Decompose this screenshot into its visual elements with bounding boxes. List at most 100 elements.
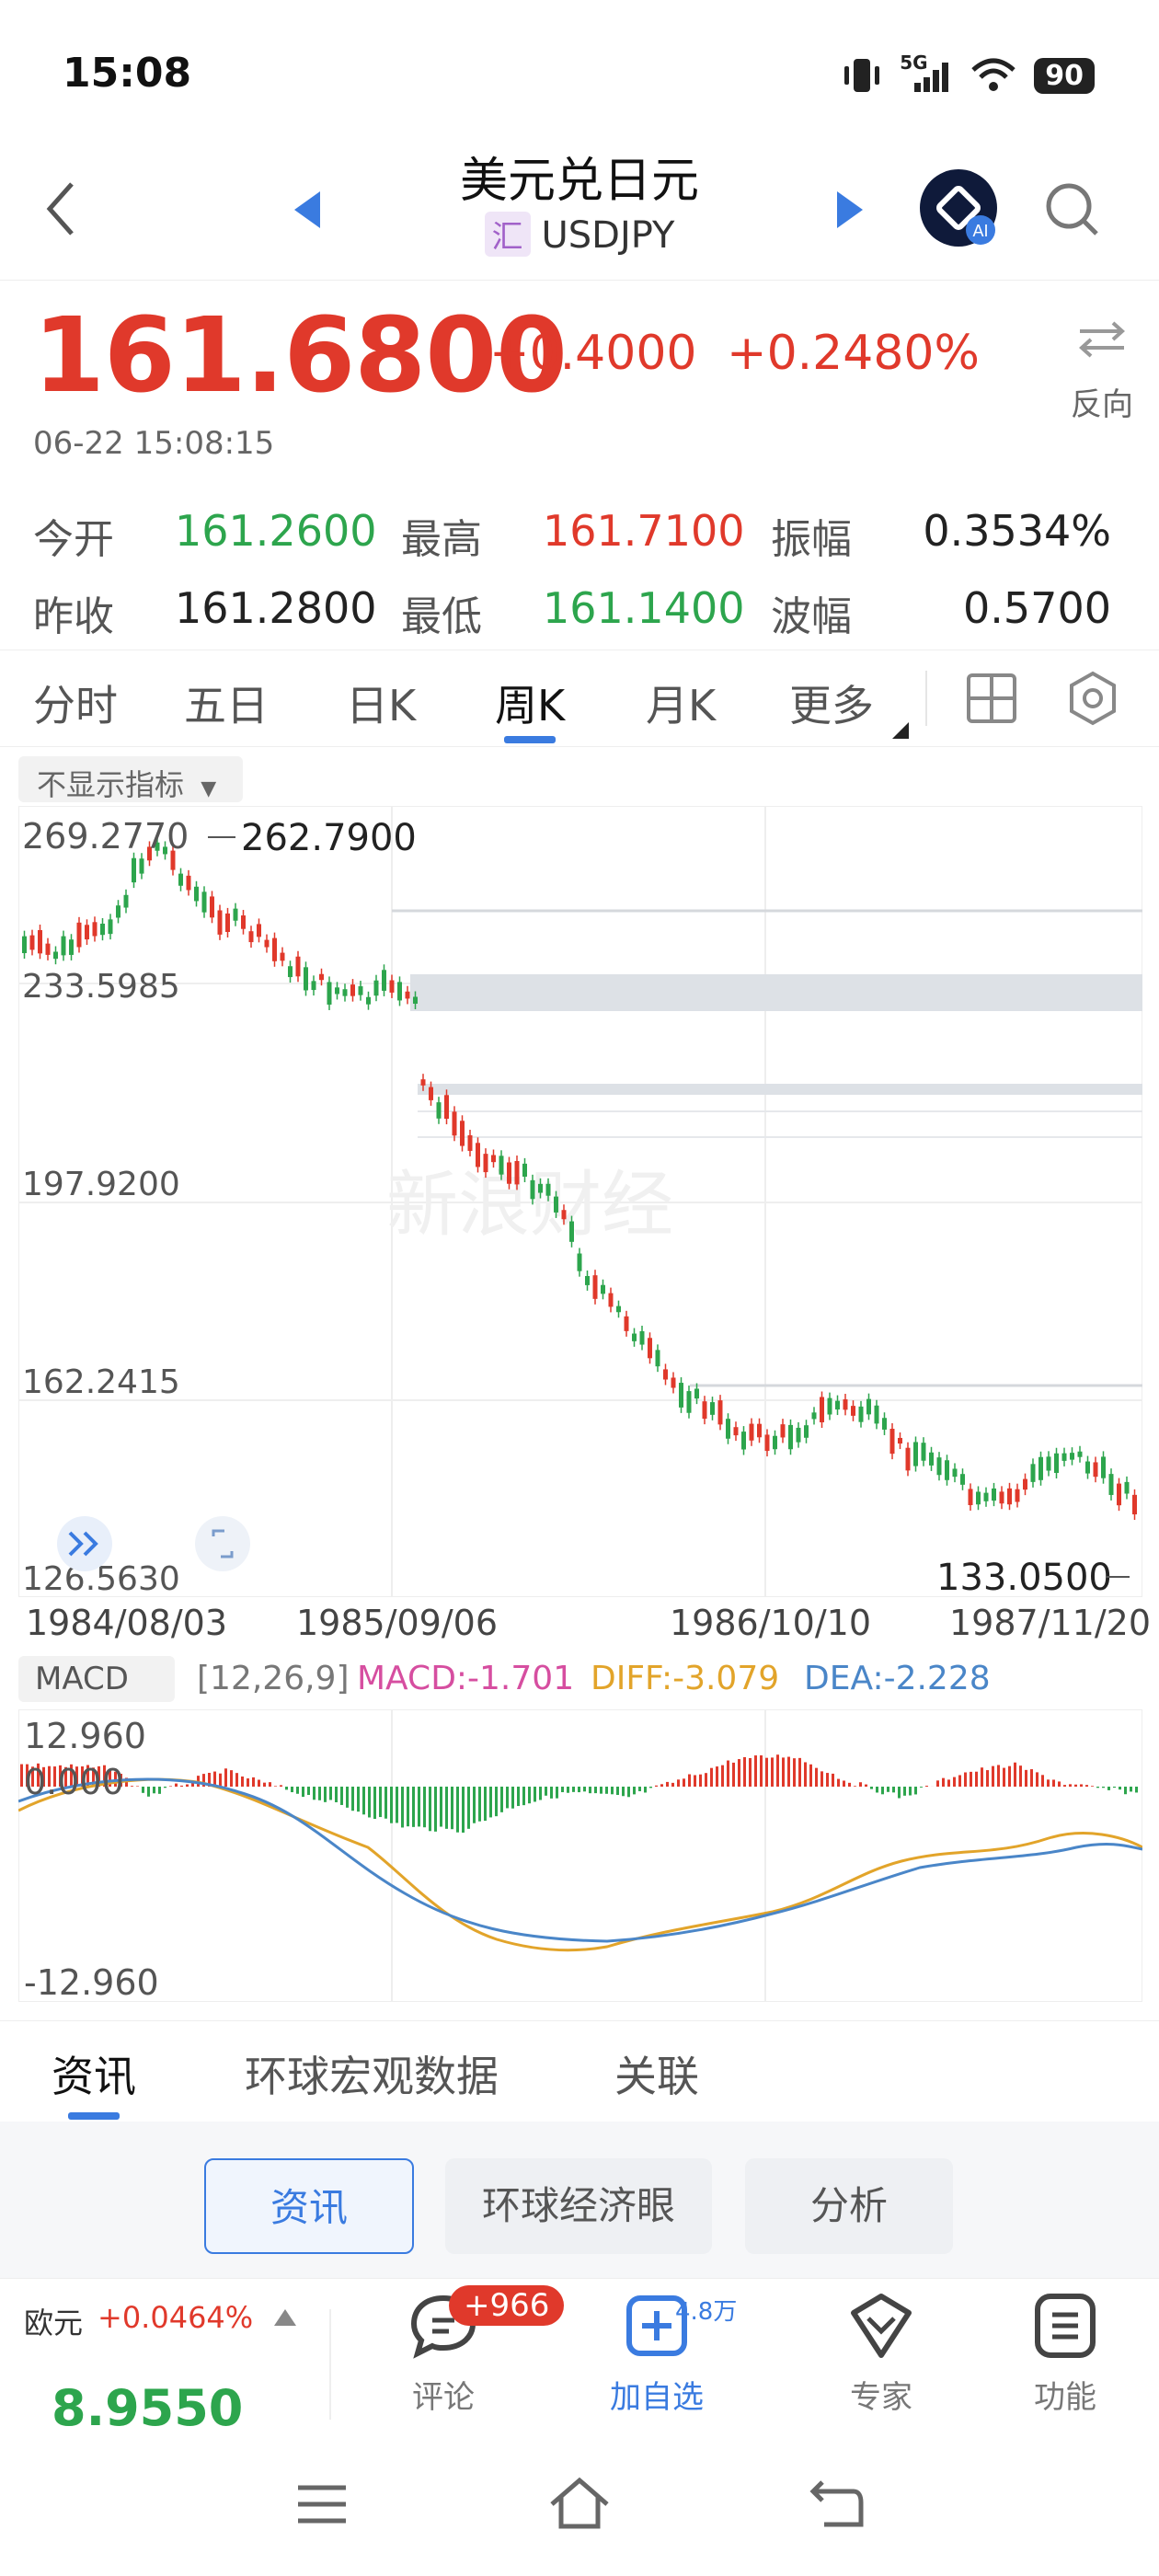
subtab-analysis[interactable]: 分析	[745, 2158, 953, 2254]
macd-bar	[407, 1787, 409, 1827]
macd-bar	[418, 1787, 420, 1827]
layout-grid-icon[interactable]	[966, 673, 1017, 724]
macd-bar	[357, 1787, 360, 1812]
macd-bar	[285, 1787, 288, 1790]
price-change-percent: +0.2480%	[727, 326, 980, 381]
macd-bar	[958, 1775, 961, 1787]
macd-bar	[892, 1787, 895, 1793]
forex-badge: 汇	[484, 212, 531, 257]
macd-bar	[473, 1787, 476, 1823]
macd-bar	[373, 1787, 376, 1820]
macd-bar	[556, 1787, 558, 1799]
macd-bar	[1063, 1785, 1066, 1787]
search-icon[interactable]	[1043, 180, 1102, 239]
macd-chart[interactable]: 12.960 0.000 -12.960	[18, 1709, 1142, 2002]
tab-news[interactable]: 资讯	[52, 2043, 136, 2104]
ticker-expand-icon[interactable]	[274, 2309, 296, 2326]
subtab-economy-eye[interactable]: 环球经济眼	[445, 2158, 712, 2254]
quote-timestamp: 06-22 15:08:15	[33, 425, 275, 462]
tab-five-day[interactable]: 五日	[184, 673, 269, 733]
macd-bar	[936, 1780, 939, 1787]
vibrate-icon	[844, 59, 880, 92]
macd-bar	[324, 1787, 327, 1802]
macd-bar	[1074, 1784, 1077, 1787]
macd-bar	[865, 1784, 867, 1787]
tab-intraday[interactable]: 分时	[33, 673, 118, 733]
macd-bar	[627, 1787, 630, 1798]
macd-bar	[683, 1778, 685, 1787]
tab-global-macro[interactable]: 环球宏观数据	[245, 2043, 499, 2104]
macd-bar	[351, 1787, 354, 1811]
macd-bar	[434, 1787, 437, 1832]
ai-assistant-icon[interactable]: AI	[918, 167, 999, 248]
macd-bar	[1019, 1765, 1022, 1787]
macd-bar	[153, 1787, 155, 1794]
indicator-toggle[interactable]: 不显示指标 ▼	[18, 756, 243, 802]
macd-bar	[622, 1787, 625, 1797]
macd-bar	[329, 1787, 332, 1800]
macd-bar	[467, 1787, 470, 1829]
functions-button[interactable]: 功能	[992, 2291, 1139, 2417]
macd-bar	[738, 1759, 740, 1787]
fullscreen-icon[interactable]	[195, 1516, 250, 1571]
diff-value: DIFF:-3.079	[591, 1660, 780, 1697]
tab-related[interactable]: 关联	[614, 2043, 699, 2104]
macd-bar	[898, 1787, 901, 1799]
stat-low-value: 161.1400	[543, 583, 745, 633]
tab-weekly-k[interactable]: 周K	[495, 673, 565, 733]
macd-bar	[169, 1786, 172, 1787]
reverse-icon[interactable]	[1076, 320, 1128, 359]
macd-bar	[318, 1787, 321, 1800]
next-symbol-icon[interactable]	[833, 190, 866, 230]
macd-bar	[870, 1787, 873, 1789]
macd-bar	[274, 1786, 277, 1787]
macd-bar	[732, 1762, 735, 1787]
macd-bar	[180, 1785, 183, 1787]
macd-bar	[809, 1764, 812, 1787]
tab-monthly-k[interactable]: 月K	[646, 673, 716, 733]
main-kline-chart[interactable]: 新浪财经 269.2770 233.5985 197.9200 162.2415…	[18, 806, 1142, 1597]
low-marker-label: 133.0500	[936, 1557, 1112, 1597]
expand-sidebar-icon[interactable]	[57, 1516, 112, 1571]
macd-bar	[832, 1773, 834, 1787]
macd-y-bottom: -12.960	[24, 1962, 159, 2002]
settings-hex-icon[interactable]	[1065, 671, 1120, 726]
macd-bar	[881, 1787, 884, 1795]
macd-bar	[362, 1787, 365, 1815]
macd-bar	[390, 1787, 393, 1823]
comment-count-badge: +966	[449, 2285, 565, 2326]
home-nav-icon[interactable]	[548, 2477, 611, 2530]
macd-bar	[302, 1787, 304, 1798]
macd-bar	[412, 1787, 415, 1827]
subtab-news[interactable]: 资讯	[204, 2158, 414, 2254]
macd-bar	[539, 1787, 542, 1800]
macd-bar	[263, 1782, 266, 1787]
expert-button[interactable]: 专家	[808, 2291, 955, 2417]
macd-bar	[947, 1779, 950, 1787]
stat-open-label: 今开	[33, 516, 114, 563]
tab-daily-k[interactable]: 日K	[346, 673, 416, 733]
indicator-toggle-label: 不显示指标	[37, 767, 185, 802]
macd-bar	[649, 1787, 652, 1788]
macd-bar	[970, 1771, 972, 1787]
macd-bar	[854, 1786, 856, 1787]
macd-bar	[1058, 1781, 1061, 1787]
macd-bar	[1119, 1787, 1121, 1790]
macd-bar	[440, 1787, 442, 1827]
macd-bar	[534, 1787, 536, 1802]
dea-value: DEA:-2.228	[804, 1660, 991, 1697]
menu-nav-icon[interactable]	[296, 2482, 348, 2526]
macd-bar	[258, 1779, 260, 1787]
reverse-label[interactable]: 反向	[1071, 379, 1133, 424]
macd-value: MACD:-1.701	[357, 1660, 575, 1697]
macd-bar	[136, 1786, 139, 1787]
macd-bar	[335, 1787, 338, 1802]
ticker-name[interactable]: 欧元	[24, 2300, 83, 2342]
macd-bar	[489, 1787, 492, 1818]
tab-more[interactable]: 更多	[789, 673, 874, 733]
macd-bar	[280, 1785, 282, 1787]
macd-selector[interactable]: MACD ▼	[18, 1656, 175, 1731]
macd-bar	[429, 1787, 431, 1832]
back-nav-icon[interactable]	[809, 2478, 865, 2528]
ticker-change: +0.0464%	[98, 2300, 254, 2335]
